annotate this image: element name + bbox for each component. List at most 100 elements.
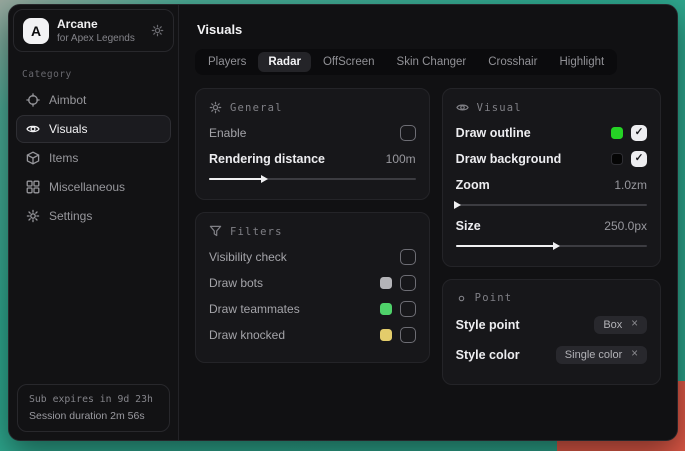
sidebar-item-label: Aimbot (49, 93, 86, 107)
session-info-card: Sub expires in 9d 23h Session duration 2… (17, 384, 170, 432)
draw-teammates-checkbox[interactable] (400, 301, 416, 317)
draw-knocked-controls (380, 327, 416, 343)
size-row: Size 250.0px (456, 215, 647, 236)
enable-checkbox[interactable] (400, 125, 416, 141)
sidebar-item-settings[interactable]: Settings (16, 202, 171, 230)
rendering-distance-value: 100m (386, 152, 416, 166)
general-panel: General Enable Rendering distance 100m (195, 88, 430, 200)
sidebar-item-label: Miscellaneous (49, 180, 125, 194)
chip-label: Box (603, 319, 622, 331)
draw-knocked-color-swatch[interactable] (380, 329, 392, 341)
gear-icon (26, 209, 40, 223)
slider-thumb[interactable] (553, 242, 560, 250)
slider-fill (456, 245, 555, 247)
draw-knocked-checkbox[interactable] (400, 327, 416, 343)
zoom-value: 1.0zm (614, 178, 647, 192)
rendering-distance-label: Rendering distance (209, 152, 325, 166)
size-label: Size (456, 219, 481, 233)
chip-remove-icon[interactable]: × (631, 319, 638, 331)
draw-bots-label: Draw bots (209, 276, 263, 290)
app-title-block: Arcane for Apex Legends (57, 17, 143, 44)
zoom-label: Zoom (456, 178, 490, 192)
point-panel: Point Style point Box × Style color Sing… (442, 279, 661, 385)
style-point-chip[interactable]: Box × (594, 316, 647, 334)
gear-icon (209, 101, 222, 114)
check-icon: ✓ (635, 127, 644, 138)
point-panel-header: Point (456, 292, 647, 304)
draw-outline-row: Draw outline ✓ (456, 122, 647, 143)
slider-thumb[interactable] (261, 175, 268, 183)
check-icon: ✓ (635, 153, 644, 164)
draw-bots-row: Draw bots (209, 272, 416, 293)
visibility-check-checkbox[interactable] (400, 249, 416, 265)
chip-label: Single color (565, 349, 622, 361)
tab-skin-changer[interactable]: Skin Changer (387, 52, 477, 72)
draw-background-controls: ✓ (611, 151, 647, 167)
draw-teammates-controls (380, 301, 416, 317)
sidebar-item-label: Items (49, 151, 78, 165)
panel-title: General (230, 102, 283, 114)
sidebar-item-label: Visuals (49, 122, 87, 136)
gear-icon[interactable] (151, 24, 164, 37)
style-color-label: Style color (456, 348, 520, 362)
sidebar-item-aimbot[interactable]: Aimbot (16, 86, 171, 114)
app-window: A Arcane for Apex Legends Category (8, 4, 678, 441)
draw-outline-controls: ✓ (611, 125, 647, 141)
style-point-label: Style point (456, 318, 520, 332)
visibility-check-label: Visibility check (209, 250, 287, 264)
session-duration-text: Session duration 2m 56s (29, 410, 158, 422)
visual-panel-header: Visual (456, 101, 647, 114)
size-slider[interactable] (456, 241, 647, 251)
grid-icon (26, 180, 40, 194)
draw-background-color-swatch[interactable] (611, 153, 623, 165)
tab-players[interactable]: Players (198, 52, 256, 72)
filters-panel: Filters Visibility check Draw bots (195, 212, 430, 363)
panel-title: Point (475, 292, 513, 304)
panel-title: Visual (477, 102, 522, 114)
filters-panel-header: Filters (209, 225, 416, 238)
enable-label: Enable (209, 126, 246, 140)
style-color-chip[interactable]: Single color × (556, 346, 647, 364)
zoom-slider[interactable] (456, 200, 647, 210)
draw-background-label: Draw background (456, 152, 562, 166)
app-name: Arcane (57, 17, 143, 31)
draw-outline-color-swatch[interactable] (611, 127, 623, 139)
draw-teammates-color-swatch[interactable] (380, 303, 392, 315)
draw-teammates-label: Draw teammates (209, 302, 300, 316)
sidebar-item-items[interactable]: Items (16, 144, 171, 172)
draw-teammates-row: Draw teammates (209, 298, 416, 319)
draw-bots-checkbox[interactable] (400, 275, 416, 291)
category-label: Category (22, 69, 165, 80)
enable-row: Enable (209, 122, 416, 143)
tab-highlight[interactable]: Highlight (549, 52, 614, 72)
sidebar-item-visuals[interactable]: Visuals (16, 115, 171, 143)
eye-icon (26, 122, 40, 136)
draw-outline-checkbox[interactable]: ✓ (631, 125, 647, 141)
sidebar-item-miscellaneous[interactable]: Miscellaneous (16, 173, 171, 201)
zoom-row: Zoom 1.0zm (456, 174, 647, 195)
draw-knocked-label: Draw knocked (209, 328, 285, 342)
slider-track (456, 204, 647, 206)
draw-background-checkbox[interactable]: ✓ (631, 151, 647, 167)
page-title: Visuals (197, 22, 661, 37)
left-column: General Enable Rendering distance 100m (195, 88, 430, 375)
tab-offscreen[interactable]: OffScreen (313, 52, 385, 72)
chip-remove-icon[interactable]: × (631, 349, 638, 361)
style-point-row: Style point Box × (456, 312, 647, 337)
draw-bots-controls (380, 275, 416, 291)
crosshair-icon (26, 93, 40, 107)
visibility-check-row: Visibility check (209, 246, 416, 267)
cube-icon (26, 151, 40, 165)
draw-background-row: Draw background ✓ (456, 148, 647, 169)
app-logo: A (23, 18, 49, 44)
tab-radar[interactable]: Radar (258, 52, 311, 72)
slider-fill (209, 178, 263, 180)
rendering-distance-row: Rendering distance 100m (209, 148, 416, 169)
rendering-distance-slider[interactable] (209, 174, 416, 184)
app-header-card: A Arcane for Apex Legends (13, 9, 174, 52)
visuals-tabbar: Players Radar OffScreen Skin Changer Cro… (195, 49, 617, 75)
panel-title: Filters (230, 226, 283, 238)
draw-bots-color-swatch[interactable] (380, 277, 392, 289)
tab-crosshair[interactable]: Crosshair (478, 52, 547, 72)
slider-thumb[interactable] (454, 201, 461, 209)
